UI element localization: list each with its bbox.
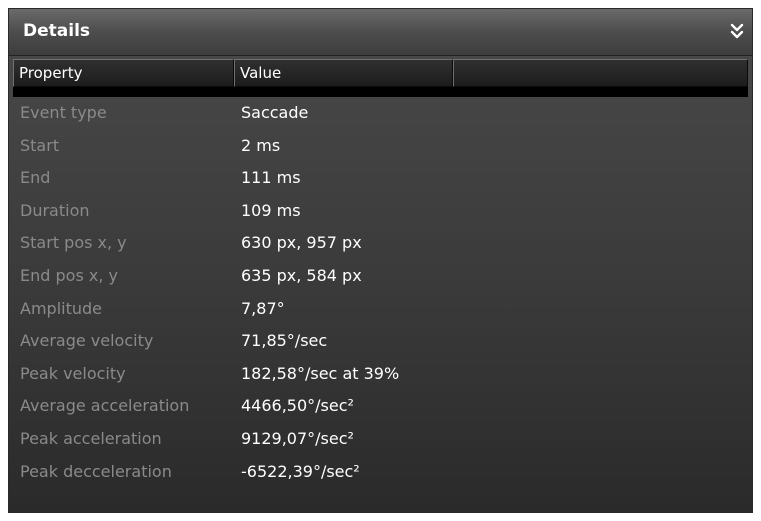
property-label: Event type xyxy=(20,103,107,122)
panel-title: Details xyxy=(23,21,91,41)
property-label: Peak decceleration xyxy=(20,461,172,481)
property-value: 182,58°/sec at 39% xyxy=(241,363,400,383)
table-row[interactable]: Peak decceleration -6522,39°/sec² xyxy=(9,460,752,493)
details-panel: Details Property Value Event type Saccad… xyxy=(8,8,753,513)
table-row[interactable]: Average acceleration 4466,50°/sec² xyxy=(9,394,752,427)
collapse-button[interactable] xyxy=(728,20,746,42)
property-value: 109 ms xyxy=(241,200,301,220)
table-body: Event type Saccade Start 2 ms End 111 ms… xyxy=(9,101,752,492)
property-value: 635 px, 584 px xyxy=(241,265,362,285)
property-label: Average acceleration xyxy=(20,396,190,416)
property-label: Start pos x, y xyxy=(20,233,127,253)
double-chevron-down-icon xyxy=(730,23,744,39)
property-label: Duration xyxy=(20,200,90,220)
property-value: 111 ms xyxy=(241,168,301,188)
property-value: 71,85°/sec xyxy=(241,331,328,351)
property-label: Average velocity xyxy=(20,331,154,351)
property-value: -6522,39°/sec² xyxy=(241,461,360,481)
table-row[interactable]: End 111 ms xyxy=(9,166,752,199)
column-header-value[interactable]: Value xyxy=(234,59,453,87)
panel-title-bar: Details xyxy=(9,9,752,56)
property-value: Saccade xyxy=(241,103,309,122)
table-row[interactable]: Amplitude 7,87° xyxy=(9,297,752,330)
table-row[interactable]: Start pos x, y 630 px, 957 px xyxy=(9,231,752,264)
table-row[interactable]: Peak velocity 182,58°/sec at 39% xyxy=(9,362,752,395)
property-value: 7,87° xyxy=(241,298,285,318)
property-label: Peak velocity xyxy=(20,363,126,383)
column-header-property[interactable]: Property xyxy=(13,59,234,87)
table-header: Property Value xyxy=(13,59,748,97)
table-row[interactable]: Start 2 ms xyxy=(9,134,752,167)
table-row[interactable]: Event type Saccade xyxy=(9,101,752,134)
column-header-empty[interactable] xyxy=(453,59,748,87)
table-row[interactable]: Average velocity 71,85°/sec xyxy=(9,329,752,362)
property-value: 4466,50°/sec² xyxy=(241,396,354,416)
property-value: 9129,07°/sec² xyxy=(241,428,354,448)
property-label: Start xyxy=(20,135,60,155)
property-value: 630 px, 957 px xyxy=(241,233,362,253)
table-row[interactable]: Duration 109 ms xyxy=(9,199,752,232)
table-row[interactable]: Peak acceleration 9129,07°/sec² xyxy=(9,427,752,460)
property-value: 2 ms xyxy=(241,135,281,155)
property-label: End pos x, y xyxy=(20,265,118,285)
property-label: End xyxy=(20,168,51,188)
property-label: Amplitude xyxy=(20,298,102,318)
property-label: Peak acceleration xyxy=(20,428,162,448)
table-row[interactable]: End pos x, y 635 px, 584 px xyxy=(9,264,752,297)
